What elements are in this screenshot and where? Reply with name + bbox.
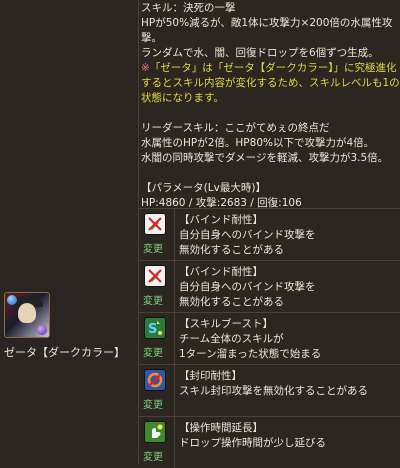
skill-line: ランダムで水、闇、回復ドロップを6個ずつ生成。	[141, 47, 379, 59]
dark-attribute-orb-icon	[37, 325, 47, 335]
awakening-text: 1ターン溜まった状態で始まる	[179, 348, 322, 360]
awakening-desc: 【スキルブースト】 チーム全体のスキルが 1ターン溜まった状態で始まる	[179, 317, 397, 362]
awakening-icon-cell: 変更	[139, 365, 175, 416]
evolution-note-line: ※「ゼータ」は「ゼータ【ダークカラー】」に究極進化	[141, 61, 400, 76]
monster-detail: ゼータ【ダークカラー】 スキル：決死の一撃 HPが50%減るが、敵1体に攻撃力×…	[0, 0, 400, 468]
awakening-row: 変更 【バインド耐性】 自分自身へのバインド攻撃を 無効化することがある	[139, 208, 400, 260]
skill-line: 撃。	[141, 32, 162, 44]
awakening-row: 変更 【バインド耐性】 自分自身へのバインド攻撃を 無効化することがある	[139, 260, 400, 312]
change-link[interactable]: 変更	[143, 344, 163, 359]
awakening-text: ドロップ操作時間が少し延びる	[179, 437, 326, 449]
awakening-icon-cell: 変更	[139, 209, 175, 260]
skill-seal-resist-icon[interactable]	[144, 369, 166, 391]
awakening-text: 無効化することがある	[179, 244, 284, 256]
bind-resist-icon[interactable]	[144, 213, 166, 235]
awakening-text: 無効化することがある	[179, 296, 284, 308]
bind-resist-icon[interactable]	[144, 265, 166, 287]
character-name: ゼータ【ダークカラー】	[4, 346, 125, 359]
awakening-title: 【封印耐性】	[179, 370, 242, 382]
skill-description: スキル：決死の一撃 HPが50%減るが、敵1体に攻撃力×200倍の水属性攻 撃。…	[139, 0, 400, 209]
time-extend-icon[interactable]	[144, 421, 166, 443]
character-portrait-icon[interactable]	[4, 292, 50, 338]
awakening-title: 【スキルブースト】	[179, 318, 273, 330]
awakening-desc: 【バインド耐性】 自分自身へのバインド攻撃を 無効化することがある	[179, 213, 397, 258]
awakening-title: 【バインド耐性】	[179, 266, 263, 278]
awakening-text: スキル封印攻撃を無効化することがある	[179, 385, 368, 397]
awakening-desc: 【バインド耐性】 自分自身へのバインド攻撃を 無効化することがある	[179, 265, 397, 310]
note-text: 「ゼータ」は「ゼータ【ダークカラー】」に究極進化	[149, 62, 397, 74]
awakening-text: チーム全体のスキルが	[179, 333, 284, 345]
awakening-icon-cell: S 変更	[139, 313, 175, 364]
awakening-row: S 変更 【スキルブースト】 チーム全体のスキルが 1ターン溜まった状態で始まる	[139, 312, 400, 364]
portrait-face	[18, 303, 36, 323]
skill-boost-icon[interactable]: S	[144, 317, 166, 339]
evolution-note-line: するとスキル内容が変化するため、スキルレベルも1の	[141, 77, 400, 89]
leader-skill-line: リーダースキル：ここがてめぇの終点だ	[141, 122, 330, 134]
awakening-desc: 【操作時間延長】 ドロップ操作時間が少し延びる	[179, 421, 397, 451]
awakening-text: 自分自身へのバインド攻撃を	[179, 229, 316, 241]
change-link[interactable]: 変更	[143, 292, 163, 307]
skill-line: スキル：決死の一撃	[141, 2, 236, 14]
water-attribute-orb-icon	[7, 295, 17, 305]
awakening-title: 【操作時間延長】	[179, 422, 263, 434]
awakening-row: 変更 【封印耐性】 スキル封印攻撃を無効化することがある	[139, 364, 400, 416]
awakening-row: 変更 【操作時間延長】 ドロップ操作時間が少し延びる	[139, 416, 400, 468]
leader-skill-line: 水闇の同時攻撃でダメージを軽減、攻撃力が3.5倍。	[141, 152, 389, 164]
evolution-note-line: 状態になります。	[141, 92, 224, 104]
leader-skill-line: 水属性のHPが2倍。HP80%以下で攻撃力が4倍。	[141, 137, 375, 149]
awakening-text: 自分自身へのバインド攻撃を	[179, 281, 316, 293]
skill-line: HPが50%減るが、敵1体に攻撃力×200倍の水属性攻	[141, 17, 393, 29]
awakening-list: 変更 【バインド耐性】 自分自身へのバインド攻撃を 無効化することがある 変更 …	[139, 208, 400, 468]
params-title: 【パラメータ(Lv最大時)】	[141, 182, 266, 194]
change-link[interactable]: 変更	[143, 396, 163, 411]
change-link[interactable]: 変更	[143, 448, 163, 463]
awakening-desc: 【封印耐性】 スキル封印攻撃を無効化することがある	[179, 369, 397, 399]
awakening-icon-cell: 変更	[139, 417, 175, 468]
note-mark: ※	[141, 62, 150, 74]
awakening-title: 【バインド耐性】	[179, 214, 263, 226]
character-block: ゼータ【ダークカラー】	[4, 292, 134, 360]
change-link[interactable]: 変更	[143, 240, 163, 255]
character-cell: ゼータ【ダークカラー】	[0, 0, 139, 464]
awakening-icon-cell: 変更	[139, 261, 175, 312]
svg-text:S: S	[148, 322, 157, 337]
